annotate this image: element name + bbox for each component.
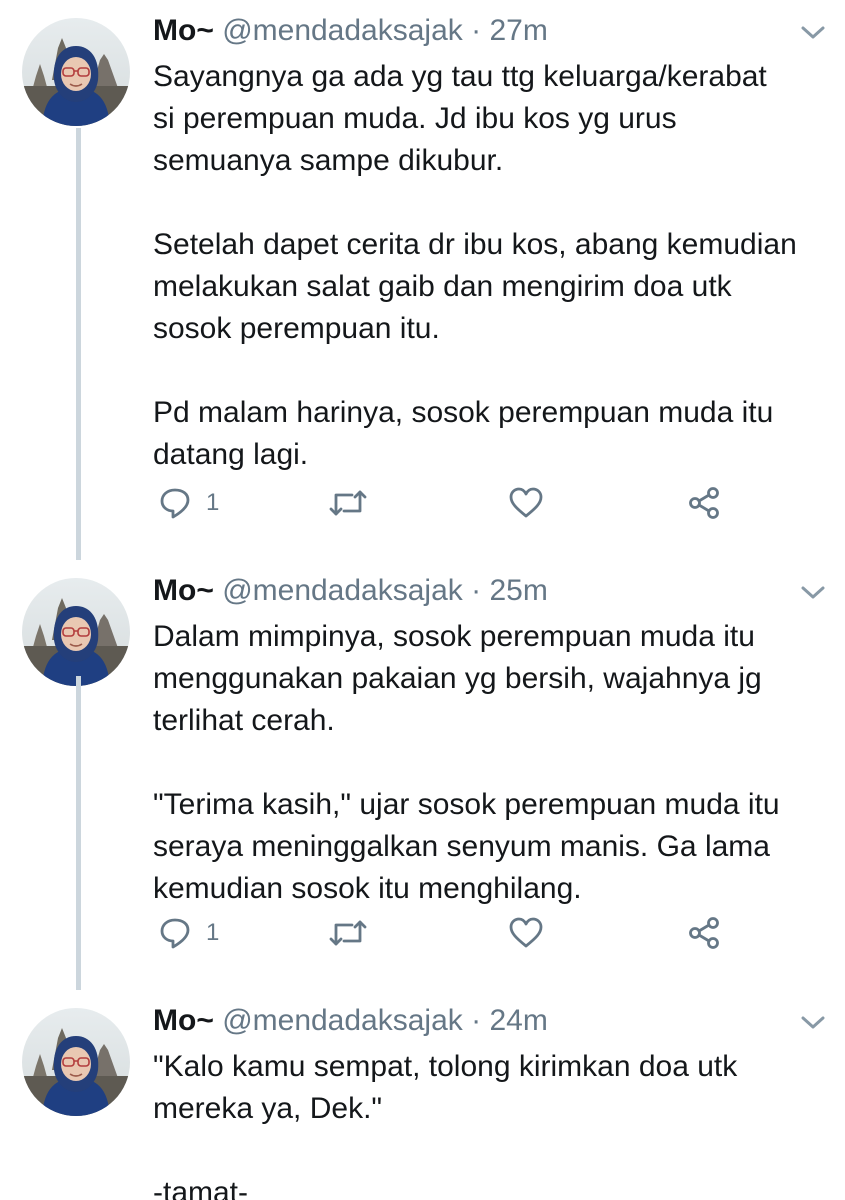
tweet-text: Sayangnya ga ada yg tau ttg keluarga/ker… bbox=[153, 56, 833, 476]
tweet-text-line: seraya meninggalkan senyum manis. Ga lam… bbox=[153, 830, 770, 863]
avatar-image bbox=[22, 1008, 130, 1116]
reply-button[interactable]: 1 bbox=[158, 908, 219, 958]
author-handle[interactable]: @mendadaksajak bbox=[222, 14, 463, 47]
tweet-text-line: sosok perempuan itu. bbox=[153, 312, 440, 345]
timestamp[interactable]: 27m bbox=[489, 14, 547, 47]
reply-count: 1 bbox=[206, 489, 220, 516]
separator-dot: · bbox=[471, 574, 482, 607]
share-icon bbox=[686, 915, 722, 951]
tweet-text-line: Sayangnya ga ada yg tau ttg keluarga/ker… bbox=[153, 60, 767, 93]
tweet-header: Mo~ @mendadaksajak · 24m bbox=[153, 1003, 548, 1039]
tweet[interactable]: Mo~ @mendadaksajak · 24m "Kalo kamu sempa… bbox=[0, 990, 845, 1200]
retweet-button[interactable] bbox=[328, 478, 368, 528]
avatar-image bbox=[22, 578, 130, 686]
tweet-text-line: Setelah dapet cerita dr ibu kos, abang k… bbox=[153, 228, 797, 261]
tweet-text-line: semuanya sampe dikubur. bbox=[153, 144, 504, 177]
share-button[interactable] bbox=[686, 478, 722, 528]
author-handle[interactable]: @mendadaksajak bbox=[222, 1004, 463, 1037]
like-icon bbox=[508, 916, 544, 950]
avatar[interactable] bbox=[22, 18, 130, 126]
separator-dot: · bbox=[471, 14, 482, 47]
tweet[interactable]: Mo~ @mendadaksajak · 25m Dalam mimpinya, … bbox=[0, 560, 845, 990]
tweet-text-line: "Kalo kamu sempat, tolong kirimkan doa u… bbox=[153, 1050, 738, 1083]
author-handle[interactable]: @mendadaksajak bbox=[222, 574, 463, 607]
tweet-text-line: datang lagi. bbox=[153, 438, 309, 471]
tweet-text-line: kemudian sosok itu menghilang. bbox=[153, 872, 582, 905]
share-button[interactable] bbox=[686, 908, 722, 958]
tweet-text-line: terlihat cerah. bbox=[153, 704, 335, 737]
reply-icon bbox=[158, 486, 192, 520]
author-name[interactable]: Mo~ bbox=[153, 1004, 214, 1037]
tweet-text-line: menggunakan pakaian yg bersih, wajahnya … bbox=[153, 662, 762, 695]
tweet-text: Dalam mimpinya, sosok perempuan muda itu… bbox=[153, 616, 833, 910]
share-icon bbox=[686, 485, 722, 521]
avatar-image bbox=[22, 18, 130, 126]
chevron-down-icon[interactable] bbox=[797, 22, 829, 44]
tweet-text: "Kalo kamu sempat, tolong kirimkan doa u… bbox=[153, 1046, 833, 1200]
like-button[interactable] bbox=[508, 908, 544, 958]
chevron-down-icon[interactable] bbox=[797, 582, 829, 604]
tweet-actions: 1 bbox=[0, 908, 845, 958]
reply-count: 1 bbox=[206, 919, 220, 946]
reply-icon bbox=[158, 916, 192, 950]
tweet-header: Mo~ @mendadaksajak · 25m bbox=[153, 573, 548, 609]
author-name[interactable]: Mo~ bbox=[153, 14, 214, 47]
like-button[interactable] bbox=[508, 478, 544, 528]
tweet-text-line: melakukan salat gaib dan mengirim doa ut… bbox=[153, 270, 732, 303]
tweet-header: Mo~ @mendadaksajak · 27m bbox=[153, 13, 548, 49]
retweet-button[interactable] bbox=[328, 908, 368, 958]
tweet-text-line: -tamat- bbox=[153, 1176, 249, 1200]
tweet-thread: Mo~ @mendadaksajak · 27m Sayangnya ga ada… bbox=[0, 0, 845, 1200]
tweet-text-line: si perempuan muda. Jd ibu kos yg urus bbox=[153, 102, 677, 135]
tweet-text-line: Pd malam harinya, sosok perempuan muda i… bbox=[153, 396, 774, 429]
like-icon bbox=[508, 486, 544, 520]
retweet-icon bbox=[328, 486, 368, 520]
avatar[interactable] bbox=[22, 1008, 130, 1116]
tweet[interactable]: Mo~ @mendadaksajak · 27m Sayangnya ga ada… bbox=[0, 0, 845, 560]
author-name[interactable]: Mo~ bbox=[153, 574, 214, 607]
thread-connector bbox=[76, 128, 81, 560]
timestamp[interactable]: 24m bbox=[489, 1004, 547, 1037]
retweet-icon bbox=[328, 916, 368, 950]
tweet-actions: 1 bbox=[0, 478, 845, 528]
thread-connector bbox=[76, 676, 81, 990]
tweet-text-line: Dalam mimpinya, sosok perempuan muda itu bbox=[153, 620, 755, 653]
chevron-down-icon[interactable] bbox=[797, 1012, 829, 1034]
tweet-text-line: mereka ya, Dek." bbox=[153, 1092, 383, 1125]
tweet-text-line: "Terima kasih," ujar sosok perempuan mud… bbox=[153, 788, 780, 821]
timestamp[interactable]: 25m bbox=[489, 574, 547, 607]
avatar[interactable] bbox=[22, 578, 130, 686]
reply-button[interactable]: 1 bbox=[158, 478, 219, 528]
separator-dot: · bbox=[471, 1004, 482, 1037]
